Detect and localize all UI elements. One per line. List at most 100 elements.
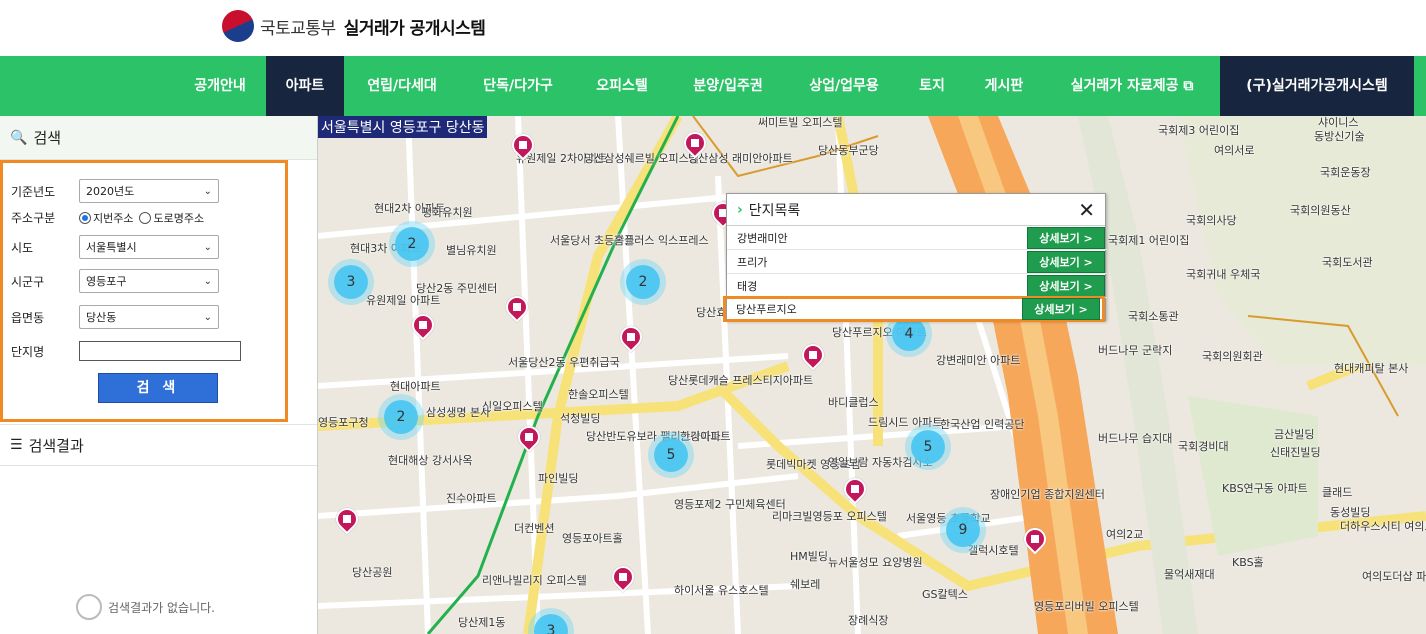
complex-row: 프리가 상세보기 > <box>727 250 1107 274</box>
sido-label: 시도 <box>11 240 34 255</box>
map-label: 클래드 <box>1322 486 1353 499</box>
map-label: 바디클럽스 <box>828 396 879 409</box>
map-label: 국회제1 어린이집 <box>1108 234 1190 247</box>
search-title: 검색 <box>33 129 62 147</box>
nav-item-land[interactable]: 토지 <box>908 56 956 116</box>
chevron-down-icon: ⌄ <box>203 241 212 253</box>
detail-button[interactable]: 상세보기 > <box>1027 274 1105 297</box>
nav-item-guide[interactable]: 공개안내 <box>180 56 260 116</box>
complex-name: 당산푸르지오 <box>736 303 797 316</box>
nav-item-commercial[interactable]: 상업/업무용 <box>792 56 896 116</box>
close-icon[interactable]: ✕ <box>1078 200 1095 220</box>
map-label: 신태진빌딩 <box>1270 446 1321 459</box>
cluster-marker[interactable]: 2 <box>626 265 660 299</box>
cluster-marker[interactable]: 9 <box>946 513 980 547</box>
map-label: 더하우스시티 여의도오피스텔 <box>1340 520 1426 533</box>
map-label: 버드나무 습지대 <box>1098 432 1173 445</box>
system-title: 실거래가 공개시스템 <box>343 18 486 39</box>
cluster-marker[interactable]: 4 <box>892 317 926 351</box>
map-label: 당산제1동 <box>458 616 506 629</box>
map-label: 현대캐피탈 본사 <box>1334 362 1409 375</box>
dong-select[interactable]: 당산동 ⌄ <box>79 305 219 329</box>
complex-row: 강변래미안 상세보기 > <box>727 226 1107 250</box>
complex-list-popup: › 단지목록 ✕ 강변래미안 상세보기 > 프리가 상세보기 > 태경 상세보기… <box>723 193 1107 322</box>
road-label: 도로명주소 <box>153 211 205 225</box>
map-label: 신일오피스텔 <box>482 400 543 413</box>
popup-title: 단지목록 <box>748 202 801 219</box>
map-label: 물억새재대 <box>1164 568 1215 581</box>
jibun-radio[interactable]: 지번주소 <box>79 210 133 226</box>
map-label: 장례식장 <box>848 614 889 627</box>
complex-row: 태경 상세보기 > <box>727 274 1107 298</box>
nav-item-detached[interactable]: 단독/다가구 <box>466 56 570 116</box>
sigungu-value: 영등포구 <box>86 275 127 288</box>
road-radio[interactable]: 도로명주소 <box>139 210 204 226</box>
map-label: 국회의사당 <box>1186 214 1237 227</box>
map-label: 드림시드 아파트 <box>868 416 943 429</box>
detail-button[interactable]: 상세보기 > <box>1027 250 1105 273</box>
map-label: 당산삼성쉐르빌 오피스텔 <box>584 152 699 165</box>
map-label: 영등포제2 구민체육센터 <box>674 498 786 511</box>
nav-item-board[interactable]: 게시판 <box>970 56 1038 116</box>
search-icon: 🔍 <box>10 129 28 146</box>
no-results-text: 검색결과가 없습니다. <box>108 600 215 615</box>
complex-name-label: 단지명 <box>11 344 45 359</box>
map-label: 진수아파트 <box>446 492 497 505</box>
cluster-marker[interactable]: 5 <box>911 430 945 464</box>
map-label: GS칼텍스 <box>922 588 968 601</box>
nav-item-data-service[interactable]: 실거래가 자료제공 ⧉ <box>1052 56 1212 116</box>
cluster-marker[interactable]: 5 <box>654 438 688 472</box>
sigungu-label: 시군구 <box>11 274 45 289</box>
nav-item-apartment[interactable]: 아파트 <box>266 56 344 116</box>
list-icon: ☰ <box>10 437 23 453</box>
results-header: ☰ 검색결과 <box>0 424 317 466</box>
complex-name: 프리가 <box>737 255 768 269</box>
main-nav: 공개안내 아파트 연립/다세대 단독/다가구 오피스텔 분양/입주권 상업/업무… <box>0 56 1426 116</box>
ministry-logo[interactable]: 국토교통부 실거래가 공개시스템 <box>216 4 486 48</box>
map-label: 별님유치원 <box>446 244 497 257</box>
map-label: 평화유치원 <box>422 206 473 219</box>
map-label: 여의서로 <box>1214 144 1255 157</box>
dong-value: 당산동 <box>86 311 117 324</box>
sigungu-select[interactable]: 영등포구 ⌄ <box>79 269 219 293</box>
chevron-down-icon: ⌄ <box>203 311 212 323</box>
cluster-marker[interactable]: 2 <box>395 227 429 261</box>
no-results-message: 검색결과가 없습니다. <box>76 594 215 620</box>
map-label: 한솔오피스텔 <box>568 388 629 401</box>
nav-item-presale[interactable]: 분양/입주권 <box>672 56 784 116</box>
map-label: 당산롯데캐슬 프레스티지아파트 <box>668 374 814 387</box>
search-header: 🔍 검색 <box>0 116 317 160</box>
year-select[interactable]: 2020년도 ⌄ <box>79 179 219 203</box>
nav-item-old-system[interactable]: (구)실거래가공개시스템 <box>1220 56 1414 116</box>
radio-empty-icon <box>139 211 152 224</box>
map-label: 유원제일 아파트 <box>366 294 441 307</box>
map-label: 국회운동장 <box>1320 166 1371 179</box>
region-label: 서울특별시 영등포구 당산동 <box>318 116 488 138</box>
sido-select[interactable]: 서울특별시 ⌄ <box>79 235 219 259</box>
search-button[interactable]: 검 색 <box>98 373 218 403</box>
map-label: 국회경비대 <box>1178 440 1229 453</box>
map-label: 국회의원동산 <box>1290 204 1351 217</box>
map-label: 써미트빌 오피스텔 <box>758 116 843 129</box>
map-label: KBS연구동 아파트 <box>1222 482 1308 495</box>
map-label: 영등포리버빌 오피스텔 <box>1034 600 1139 613</box>
taegeuk-icon <box>216 4 260 48</box>
detail-button[interactable]: 상세보기 > <box>1027 226 1105 249</box>
map-label: 국회제3 어린이집 <box>1158 124 1240 137</box>
nav-item-villa[interactable]: 연립/다세대 <box>352 56 452 116</box>
year-value: 2020년도 <box>86 185 135 198</box>
cluster-marker[interactable]: 2 <box>384 400 418 434</box>
map-label: 당산동부군당 <box>818 144 879 157</box>
complex-name-input[interactable] <box>79 341 241 361</box>
sido-value: 서울특별시 <box>86 241 137 254</box>
top-header: 국토교통부 실거래가 공개시스템 <box>0 0 1426 56</box>
nav-item-officetel[interactable]: 오피스텔 <box>584 56 660 116</box>
dong-label: 읍면동 <box>11 310 45 325</box>
map-label: 금산빌딩 <box>1274 428 1315 441</box>
map-label: 홈플러스 익스프레스 <box>614 234 709 247</box>
detail-button[interactable]: 상세보기 > <box>1022 298 1100 320</box>
map-label: 리마크빌영등포 오피스텔 <box>772 510 887 523</box>
map-label: 영등포구청 <box>318 416 369 429</box>
magnifier-icon <box>76 594 102 620</box>
cluster-marker[interactable]: 3 <box>334 265 368 299</box>
